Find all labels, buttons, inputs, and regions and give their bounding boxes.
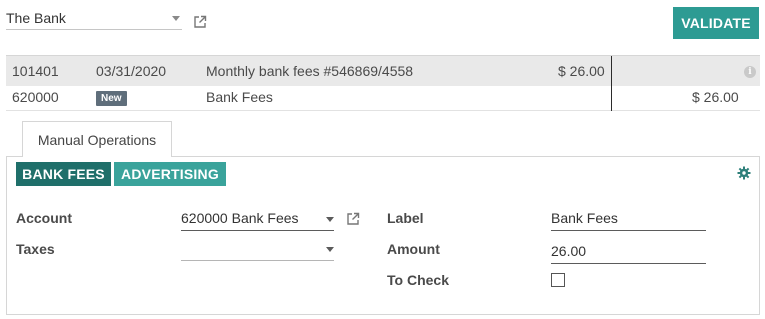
- advertising-model-button[interactable]: ADVERTISING: [114, 162, 226, 186]
- new-badge: New: [96, 91, 127, 106]
- amount-label: Amount: [387, 241, 440, 257]
- debit-credit-divider: [611, 56, 612, 111]
- line-label: Bank Fees: [206, 89, 273, 105]
- chevron-down-icon[interactable]: [326, 247, 334, 252]
- amount-value: 26.00: [551, 243, 587, 259]
- info-icon[interactable]: i: [744, 66, 756, 78]
- line-label: Monthly bank fees #546869/4558: [206, 63, 414, 79]
- chevron-down-icon[interactable]: [326, 217, 334, 222]
- taxes-label: Taxes: [16, 241, 55, 257]
- taxes-field[interactable]: [181, 237, 334, 261]
- counterpart-line[interactable]: 620000 New Bank Fees $ 26.00: [6, 86, 760, 110]
- to-check-label: To Check: [387, 272, 449, 288]
- external-link-icon[interactable]: [193, 15, 207, 29]
- statement-line[interactable]: 101401 03/31/2020 Monthly bank fees #546…: [6, 56, 760, 86]
- journal-select[interactable]: The Bank: [6, 8, 182, 30]
- external-link-icon[interactable]: [346, 212, 360, 226]
- to-check-checkbox[interactable]: [551, 273, 565, 287]
- tab-manual-operations[interactable]: Manual Operations: [22, 121, 172, 157]
- line-date: 03/31/2020: [96, 63, 167, 79]
- chevron-down-icon[interactable]: [172, 16, 180, 21]
- line-account: 620000: [12, 89, 59, 105]
- line-credit: $ 26.00: [692, 89, 739, 105]
- amount-field[interactable]: 26.00: [551, 240, 706, 264]
- label-value: Bank Fees: [551, 210, 618, 226]
- account-label: Account: [16, 210, 72, 226]
- journal-value: The Bank: [6, 10, 66, 26]
- label-field[interactable]: Bank Fees: [551, 207, 706, 231]
- line-debit: $ 26.00: [558, 63, 605, 79]
- label-label: Label: [387, 210, 424, 226]
- reconciliation-lines: 101401 03/31/2020 Monthly bank fees #546…: [6, 55, 760, 111]
- validate-button[interactable]: VALIDATE: [673, 7, 759, 39]
- line-account: 101401: [12, 63, 59, 79]
- gear-icon[interactable]: [737, 166, 751, 180]
- account-field[interactable]: 620000 Bank Fees: [181, 207, 334, 231]
- account-value: 620000 Bank Fees: [181, 210, 299, 226]
- bank-fees-model-button[interactable]: BANK FEES: [16, 162, 111, 186]
